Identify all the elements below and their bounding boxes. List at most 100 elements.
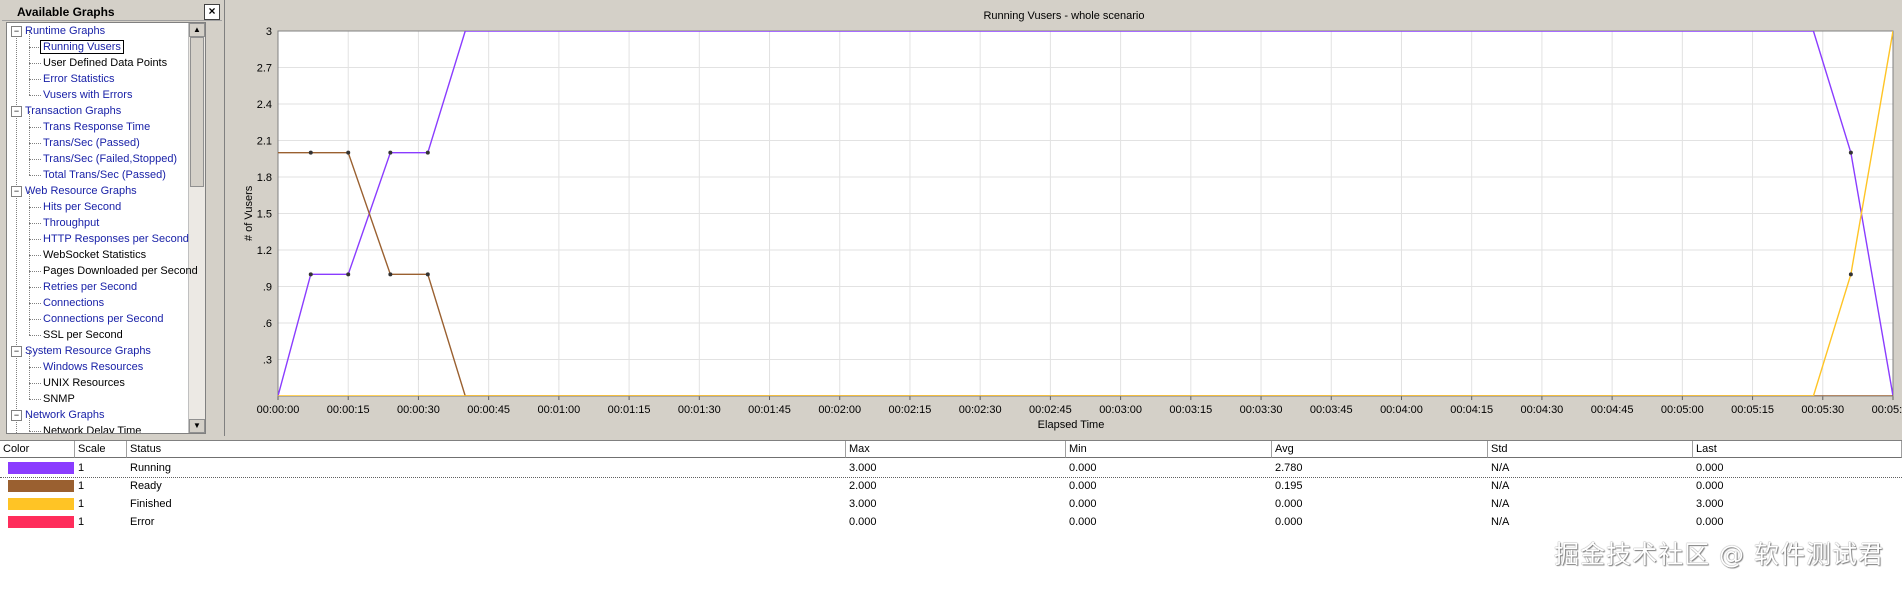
tree-connector bbox=[29, 159, 30, 175]
tree-connector bbox=[29, 63, 41, 64]
tree-item[interactable]: Trans/Sec (Failed,Stopped) bbox=[43, 151, 177, 167]
color-swatch[interactable] bbox=[8, 498, 74, 510]
tree-connector bbox=[29, 159, 41, 160]
scroll-up-icon[interactable]: ▲ bbox=[189, 23, 205, 37]
tree-item[interactable]: Trans Response Time bbox=[43, 119, 150, 135]
legend-row[interactable]: 1 Error 0.000 0.000 0.000 N/A 0.000 bbox=[0, 513, 1902, 531]
tree-category[interactable]: − Web Resource Graphs bbox=[7, 183, 137, 199]
collapse-icon[interactable]: − bbox=[11, 410, 22, 421]
tree-item[interactable]: Running Vusers bbox=[40, 39, 124, 55]
tree-item[interactable]: Connections per Second bbox=[43, 311, 163, 327]
x-tick-label: 00:02:15 bbox=[889, 404, 932, 416]
tree-item-label: Trans/Sec (Passed) bbox=[43, 137, 140, 149]
tree-item[interactable]: Throughput bbox=[43, 215, 99, 231]
x-tick-label: 00:02:00 bbox=[818, 404, 861, 416]
tree-item-label: Network Delay Time bbox=[43, 425, 142, 434]
tree-item-label: Connections per Second bbox=[43, 313, 164, 325]
collapse-icon[interactable]: − bbox=[11, 106, 22, 117]
tree-item[interactable]: Pages Downloaded per Second bbox=[43, 263, 198, 279]
column-header-status[interactable]: Status bbox=[127, 441, 846, 458]
graph-tree[interactable]: ▲ ▼ − Runtime Graphs Running Vusers User De… bbox=[6, 22, 206, 434]
tree-item[interactable]: Vusers with Errors bbox=[43, 87, 132, 103]
scroll-down-icon[interactable]: ▼ bbox=[189, 419, 205, 433]
tree-item[interactable]: SNMP bbox=[43, 391, 75, 407]
y-tick-label: 2.4 bbox=[257, 99, 272, 111]
column-header-max[interactable]: Max bbox=[846, 441, 1066, 458]
tree-item[interactable]: Total Trans/Sec (Passed) bbox=[43, 167, 166, 183]
column-header-color[interactable]: Color bbox=[0, 441, 75, 458]
tree-item[interactable]: Retries per Second bbox=[43, 279, 137, 295]
data-point bbox=[425, 150, 430, 155]
tree-connector bbox=[29, 239, 30, 255]
y-tick-label: .9 bbox=[263, 282, 272, 294]
tree-item-label: Pages Downloaded per Second bbox=[43, 265, 198, 277]
tree-category[interactable]: − Runtime Graphs bbox=[7, 23, 105, 39]
column-header-std[interactable]: Std bbox=[1488, 441, 1693, 458]
tree-connector bbox=[29, 335, 41, 336]
tree-item[interactable]: WebSocket Statistics bbox=[43, 247, 146, 263]
tree-item-label: Connections bbox=[43, 297, 105, 309]
running-vusers-chart[interactable]: 3 2.7 2.4 2.1 1.8 1.5 1.2 .9 .6 .3 00:00:00 00:00:1… bbox=[226, 0, 1902, 436]
legend-cell-std: N/A bbox=[1491, 498, 1510, 510]
legend-row[interactable]: 1 Running 3.000 0.000 2.780 N/A 0.000 bbox=[0, 459, 1902, 478]
collapse-icon[interactable]: − bbox=[11, 346, 22, 357]
legend-cell-max: 3.000 bbox=[849, 462, 877, 474]
scroll-thumb[interactable] bbox=[190, 37, 204, 187]
legend-cell-scale: 1 bbox=[78, 480, 85, 492]
column-header-last[interactable]: Last bbox=[1693, 441, 1902, 458]
tree-item-label: Vusers with Errors bbox=[43, 89, 133, 101]
legend-row[interactable]: 1 Finished 3.000 0.000 0.000 N/A 3.000 bbox=[0, 495, 1902, 513]
column-header-min[interactable]: Min bbox=[1066, 441, 1272, 458]
tree-connector bbox=[29, 79, 30, 95]
tree-item[interactable]: Connections bbox=[43, 295, 104, 311]
legend-row[interactable]: 1 Ready 2.000 0.000 0.195 N/A 0.000 bbox=[0, 477, 1902, 495]
tree-item[interactable]: UNIX Resources bbox=[43, 375, 125, 391]
close-icon[interactable]: × bbox=[204, 4, 220, 20]
color-swatch[interactable] bbox=[8, 480, 74, 492]
tree-item[interactable]: HTTP Responses per Second bbox=[43, 231, 189, 247]
tree-item-label: Total Trans/Sec (Passed) bbox=[43, 169, 166, 181]
tree-category[interactable]: − Transaction Graphs bbox=[7, 103, 121, 119]
tree-connector bbox=[29, 239, 41, 240]
x-tick-label: 00:01:45 bbox=[748, 404, 791, 416]
column-header-avg[interactable]: Avg bbox=[1272, 441, 1488, 458]
legend-cell-scale: 1 bbox=[78, 462, 85, 474]
tree-connector bbox=[29, 287, 41, 288]
collapse-icon[interactable]: − bbox=[11, 26, 22, 37]
legend-cell-status: Error bbox=[130, 516, 155, 528]
tree-connector bbox=[29, 191, 30, 207]
tree-item[interactable]: Error Statistics bbox=[43, 71, 115, 87]
tree-connector bbox=[29, 95, 41, 96]
tree-item[interactable]: Hits per Second bbox=[43, 199, 121, 215]
legend-cell-status: Ready bbox=[130, 480, 162, 492]
tree-item-label: SNMP bbox=[43, 393, 75, 405]
tree-category[interactable]: − Network Graphs bbox=[7, 407, 104, 423]
tree-item-label: UNIX Resources bbox=[43, 377, 125, 389]
tree-category-label: System Resource Graphs bbox=[25, 345, 151, 357]
legend-cell-min: 0.000 bbox=[1069, 462, 1097, 474]
data-point bbox=[1848, 272, 1853, 277]
x-tick-label: 00:04:45 bbox=[1591, 404, 1634, 416]
tree-connector bbox=[29, 175, 41, 176]
tree-item[interactable]: User Defined Data Points bbox=[43, 55, 167, 71]
column-header-scale[interactable]: Scale bbox=[75, 441, 127, 458]
color-swatch[interactable] bbox=[8, 462, 74, 474]
tree-item[interactable]: SSL per Second bbox=[43, 327, 123, 343]
tree-connector bbox=[29, 143, 41, 144]
tree-item[interactable]: Trans/Sec (Passed) bbox=[43, 135, 140, 151]
tree-connector bbox=[29, 63, 30, 79]
tree-scrollbar[interactable]: ▲ ▼ bbox=[188, 23, 205, 433]
data-point bbox=[388, 150, 393, 155]
tree-item-label: Windows Resources bbox=[43, 361, 144, 373]
tree-item-label: HTTP Responses per Second bbox=[43, 233, 189, 245]
data-point bbox=[346, 272, 351, 277]
tree-connector bbox=[29, 223, 41, 224]
x-tick-label: 00:01:00 bbox=[537, 404, 580, 416]
tree-category-label: Web Resource Graphs bbox=[25, 185, 137, 197]
color-swatch[interactable] bbox=[8, 516, 74, 528]
tree-item[interactable]: Windows Resources bbox=[43, 359, 143, 375]
tree-item[interactable]: Network Delay Time bbox=[43, 423, 142, 434]
tree-category-label: Transaction Graphs bbox=[25, 105, 122, 117]
x-tick-label: 00:02:30 bbox=[959, 404, 1002, 416]
collapse-icon[interactable]: − bbox=[11, 186, 22, 197]
